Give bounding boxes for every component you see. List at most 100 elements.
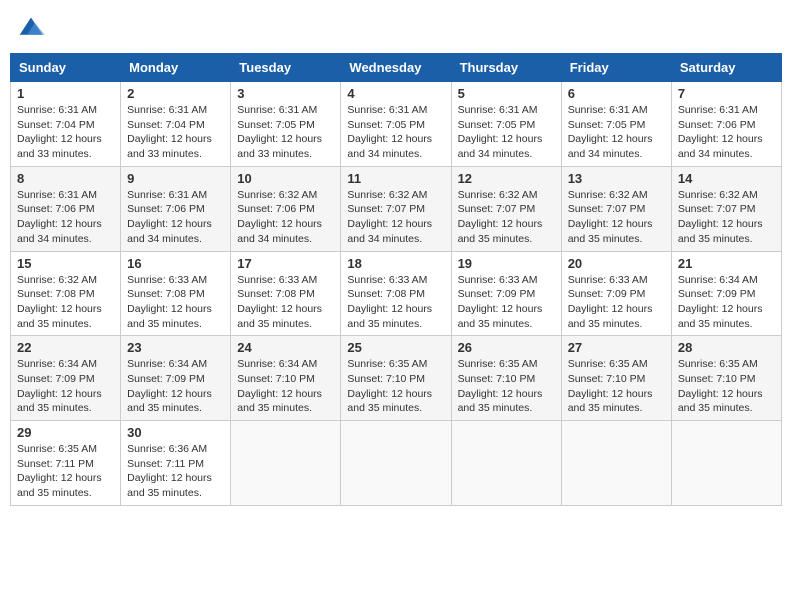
calendar-cell: 18 Sunrise: 6:33 AMSunset: 7:08 PMDaylig… (341, 251, 451, 336)
day-number: 4 (347, 86, 444, 101)
day-info: Sunrise: 6:32 AMSunset: 7:07 PMDaylight:… (568, 189, 653, 245)
calendar-cell: 14 Sunrise: 6:32 AMSunset: 7:07 PMDaylig… (671, 166, 781, 251)
day-info: Sunrise: 6:32 AMSunset: 7:06 PMDaylight:… (237, 189, 322, 245)
calendar-header-wednesday: Wednesday (341, 54, 451, 82)
calendar-cell: 22 Sunrise: 6:34 AMSunset: 7:09 PMDaylig… (11, 336, 121, 421)
calendar-cell (231, 421, 341, 506)
day-number: 24 (237, 340, 334, 355)
day-number: 12 (458, 171, 555, 186)
calendar-cell (341, 421, 451, 506)
calendar-cell: 2 Sunrise: 6:31 AMSunset: 7:04 PMDayligh… (121, 82, 231, 167)
day-number: 15 (17, 256, 114, 271)
calendar-cell (561, 421, 671, 506)
day-number: 8 (17, 171, 114, 186)
page-header (10, 10, 782, 45)
calendar-cell: 28 Sunrise: 6:35 AMSunset: 7:10 PMDaylig… (671, 336, 781, 421)
logo-icon (16, 10, 46, 40)
calendar-cell: 17 Sunrise: 6:33 AMSunset: 7:08 PMDaylig… (231, 251, 341, 336)
day-number: 16 (127, 256, 224, 271)
day-number: 10 (237, 171, 334, 186)
day-info: Sunrise: 6:32 AMSunset: 7:07 PMDaylight:… (458, 189, 543, 245)
day-info: Sunrise: 6:35 AMSunset: 7:10 PMDaylight:… (568, 358, 653, 414)
calendar-week-row: 15 Sunrise: 6:32 AMSunset: 7:08 PMDaylig… (11, 251, 782, 336)
day-number: 30 (127, 425, 224, 440)
day-info: Sunrise: 6:34 AMSunset: 7:09 PMDaylight:… (17, 358, 102, 414)
day-info: Sunrise: 6:34 AMSunset: 7:09 PMDaylight:… (127, 358, 212, 414)
day-info: Sunrise: 6:34 AMSunset: 7:09 PMDaylight:… (678, 274, 763, 330)
calendar-cell: 9 Sunrise: 6:31 AMSunset: 7:06 PMDayligh… (121, 166, 231, 251)
day-info: Sunrise: 6:35 AMSunset: 7:10 PMDaylight:… (458, 358, 543, 414)
day-info: Sunrise: 6:32 AMSunset: 7:08 PMDaylight:… (17, 274, 102, 330)
day-info: Sunrise: 6:34 AMSunset: 7:10 PMDaylight:… (237, 358, 322, 414)
day-info: Sunrise: 6:31 AMSunset: 7:05 PMDaylight:… (458, 104, 543, 160)
calendar-cell (671, 421, 781, 506)
calendar-week-row: 29 Sunrise: 6:35 AMSunset: 7:11 PMDaylig… (11, 421, 782, 506)
day-number: 17 (237, 256, 334, 271)
calendar-week-row: 1 Sunrise: 6:31 AMSunset: 7:04 PMDayligh… (11, 82, 782, 167)
day-number: 7 (678, 86, 775, 101)
day-number: 5 (458, 86, 555, 101)
calendar-cell: 29 Sunrise: 6:35 AMSunset: 7:11 PMDaylig… (11, 421, 121, 506)
day-number: 25 (347, 340, 444, 355)
calendar-cell: 24 Sunrise: 6:34 AMSunset: 7:10 PMDaylig… (231, 336, 341, 421)
calendar-cell: 1 Sunrise: 6:31 AMSunset: 7:04 PMDayligh… (11, 82, 121, 167)
day-number: 18 (347, 256, 444, 271)
calendar-cell: 5 Sunrise: 6:31 AMSunset: 7:05 PMDayligh… (451, 82, 561, 167)
calendar-cell (451, 421, 561, 506)
day-info: Sunrise: 6:32 AMSunset: 7:07 PMDaylight:… (347, 189, 432, 245)
day-info: Sunrise: 6:31 AMSunset: 7:05 PMDaylight:… (237, 104, 322, 160)
day-info: Sunrise: 6:33 AMSunset: 7:08 PMDaylight:… (347, 274, 432, 330)
day-number: 6 (568, 86, 665, 101)
calendar-header-row: SundayMondayTuesdayWednesdayThursdayFrid… (11, 54, 782, 82)
day-info: Sunrise: 6:31 AMSunset: 7:06 PMDaylight:… (678, 104, 763, 160)
day-number: 26 (458, 340, 555, 355)
calendar-cell: 11 Sunrise: 6:32 AMSunset: 7:07 PMDaylig… (341, 166, 451, 251)
day-number: 19 (458, 256, 555, 271)
calendar-week-row: 8 Sunrise: 6:31 AMSunset: 7:06 PMDayligh… (11, 166, 782, 251)
day-info: Sunrise: 6:33 AMSunset: 7:08 PMDaylight:… (127, 274, 212, 330)
calendar-header-tuesday: Tuesday (231, 54, 341, 82)
day-number: 2 (127, 86, 224, 101)
day-number: 21 (678, 256, 775, 271)
day-number: 28 (678, 340, 775, 355)
calendar-cell: 15 Sunrise: 6:32 AMSunset: 7:08 PMDaylig… (11, 251, 121, 336)
calendar-cell: 19 Sunrise: 6:33 AMSunset: 7:09 PMDaylig… (451, 251, 561, 336)
day-info: Sunrise: 6:35 AMSunset: 7:10 PMDaylight:… (347, 358, 432, 414)
calendar-week-row: 22 Sunrise: 6:34 AMSunset: 7:09 PMDaylig… (11, 336, 782, 421)
day-info: Sunrise: 6:31 AMSunset: 7:06 PMDaylight:… (127, 189, 212, 245)
day-number: 9 (127, 171, 224, 186)
calendar-header-friday: Friday (561, 54, 671, 82)
day-info: Sunrise: 6:32 AMSunset: 7:07 PMDaylight:… (678, 189, 763, 245)
logo (14, 10, 46, 45)
calendar-cell: 25 Sunrise: 6:35 AMSunset: 7:10 PMDaylig… (341, 336, 451, 421)
day-number: 3 (237, 86, 334, 101)
calendar-cell: 27 Sunrise: 6:35 AMSunset: 7:10 PMDaylig… (561, 336, 671, 421)
calendar-header-thursday: Thursday (451, 54, 561, 82)
calendar-header-sunday: Sunday (11, 54, 121, 82)
calendar-cell: 8 Sunrise: 6:31 AMSunset: 7:06 PMDayligh… (11, 166, 121, 251)
calendar-cell: 13 Sunrise: 6:32 AMSunset: 7:07 PMDaylig… (561, 166, 671, 251)
day-number: 14 (678, 171, 775, 186)
calendar-cell: 23 Sunrise: 6:34 AMSunset: 7:09 PMDaylig… (121, 336, 231, 421)
calendar-table: SundayMondayTuesdayWednesdayThursdayFrid… (10, 53, 782, 506)
day-info: Sunrise: 6:31 AMSunset: 7:06 PMDaylight:… (17, 189, 102, 245)
calendar-cell: 3 Sunrise: 6:31 AMSunset: 7:05 PMDayligh… (231, 82, 341, 167)
day-number: 13 (568, 171, 665, 186)
day-info: Sunrise: 6:31 AMSunset: 7:04 PMDaylight:… (127, 104, 212, 160)
day-info: Sunrise: 6:33 AMSunset: 7:09 PMDaylight:… (458, 274, 543, 330)
calendar-cell: 12 Sunrise: 6:32 AMSunset: 7:07 PMDaylig… (451, 166, 561, 251)
calendar-header-monday: Monday (121, 54, 231, 82)
day-info: Sunrise: 6:31 AMSunset: 7:05 PMDaylight:… (568, 104, 653, 160)
calendar-cell: 4 Sunrise: 6:31 AMSunset: 7:05 PMDayligh… (341, 82, 451, 167)
day-info: Sunrise: 6:36 AMSunset: 7:11 PMDaylight:… (127, 443, 212, 499)
day-number: 27 (568, 340, 665, 355)
calendar-cell: 20 Sunrise: 6:33 AMSunset: 7:09 PMDaylig… (561, 251, 671, 336)
calendar-cell: 6 Sunrise: 6:31 AMSunset: 7:05 PMDayligh… (561, 82, 671, 167)
calendar-header-saturday: Saturday (671, 54, 781, 82)
day-info: Sunrise: 6:33 AMSunset: 7:09 PMDaylight:… (568, 274, 653, 330)
day-number: 1 (17, 86, 114, 101)
calendar-cell: 26 Sunrise: 6:35 AMSunset: 7:10 PMDaylig… (451, 336, 561, 421)
day-number: 11 (347, 171, 444, 186)
day-info: Sunrise: 6:35 AMSunset: 7:11 PMDaylight:… (17, 443, 102, 499)
day-number: 20 (568, 256, 665, 271)
